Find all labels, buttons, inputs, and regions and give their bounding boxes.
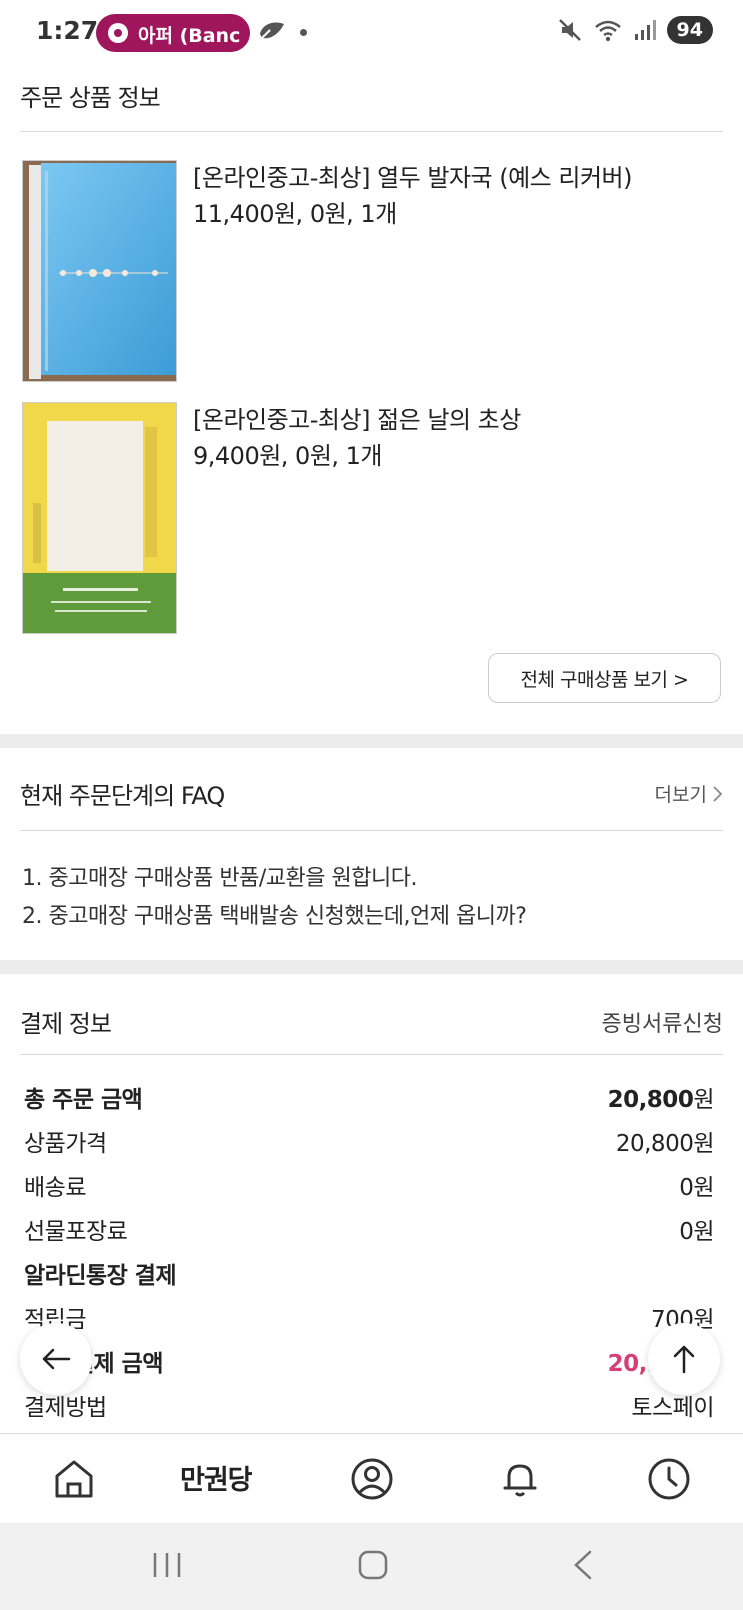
chevron-right-icon <box>713 785 723 802</box>
faq-item-2[interactable]: 2. 중고매장 구매상품 택배발송 신청했는데,언제 옵니까? <box>22 898 527 930</box>
faq-more-link[interactable]: 더보기 <box>655 780 723 807</box>
order-item-text: [온라인중고-최상] 열두 발자국 (예스 리커버) 11,400원, 0원, … <box>193 160 633 232</box>
shipping-label: 배송료 <box>24 1175 86 1201</box>
payment-title: 결제 정보 <box>20 1010 112 1038</box>
gift-wrap-label: 선물포장료 <box>24 1219 128 1245</box>
item-name: [온라인중고-최상] 열두 발자국 (예스 리커버) <box>193 164 633 192</box>
book-cover-image[interactable] <box>22 402 177 634</box>
signal-icon <box>634 20 656 40</box>
gift-wrap-row: 선물포장료 0원 <box>24 1212 714 1246</box>
gift-wrap-value: 0원 <box>679 1219 714 1245</box>
shipping-row: 배송료 0원 <box>24 1168 714 1202</box>
order-items-title: 주문 상품 정보 <box>20 84 161 112</box>
status-right-icons: 94 <box>557 16 713 44</box>
app-activity-pill[interactable]: 아퍼 (Banc <box>96 14 250 52</box>
section-gap <box>0 734 743 748</box>
total-order-amount-row: 총 주문 금액 20,800원 <box>24 1080 714 1114</box>
product-price-row: 상품가격 20,800원 <box>24 1124 715 1158</box>
battery-level: 94 <box>666 16 713 44</box>
section-gap <box>0 960 743 974</box>
product-price-value: 20,800원 <box>615 1131 715 1157</box>
final-amount-row: 최종 결제 금액 20,100원 <box>24 1344 715 1378</box>
tab-notifications[interactable] <box>495 1454 545 1504</box>
recent-apps-icon[interactable] <box>150 1549 184 1581</box>
total-label: 총 주문 금액 <box>24 1087 143 1113</box>
scroll-top-button[interactable] <box>648 1323 720 1395</box>
faq-item-1[interactable]: 1. 중고매장 구매상품 반품/교환을 원합니다. <box>22 860 417 892</box>
receipt-request-link[interactable]: 증빙서류신청 <box>602 1006 723 1038</box>
account-pay-row: 알라딘통장 결제 <box>24 1256 714 1290</box>
divider <box>20 1054 723 1055</box>
tab-brand-mangwondang[interactable]: 만권당 <box>180 1458 253 1497</box>
book-cover-image[interactable] <box>22 160 177 382</box>
tab-home[interactable] <box>49 1454 99 1504</box>
book-cover-art <box>23 161 176 381</box>
home-icon <box>55 1460 93 1498</box>
view-all-items-button[interactable]: 전체 구매상품 보기 > <box>488 653 721 703</box>
notification-dot-icon <box>300 29 307 36</box>
item-price-line: 9,400원, 0원, 1개 <box>193 442 383 470</box>
bell-icon <box>503 1464 537 1497</box>
notification-leaf-icon <box>259 22 284 41</box>
shipping-value: 0원 <box>679 1175 714 1201</box>
points-row: 적립금 700원 <box>24 1300 715 1334</box>
item-price-line: 11,400원, 0원, 1개 <box>193 200 397 228</box>
app-pill-label: 아퍼 (Banc <box>138 25 241 47</box>
divider <box>20 830 723 831</box>
wifi-icon <box>594 20 621 42</box>
bottom-tab-bar: 만권당 <box>0 1433 743 1523</box>
system-navigation-bar <box>0 1523 743 1610</box>
product-price-label: 상품가격 <box>24 1131 107 1157</box>
divider <box>20 131 723 132</box>
back-nav-icon[interactable] <box>570 1549 596 1581</box>
mute-icon <box>558 19 581 41</box>
app-pill-icon <box>108 23 128 43</box>
status-time: 1:27 <box>36 16 99 45</box>
payment-method-row: 결제방법 토스페이 <box>24 1388 714 1422</box>
book-cover-art <box>23 403 176 633</box>
order-item-1[interactable]: [온라인중고-최상] 열두 발자국 (예스 리커버) 11,400원, 0원, … <box>22 160 722 382</box>
total-value: 20,800원 <box>607 1087 715 1113</box>
faq-more-label: 더보기 <box>654 784 707 806</box>
back-button[interactable] <box>20 1323 92 1395</box>
tab-my-page[interactable] <box>347 1454 397 1504</box>
user-icon <box>351 1458 393 1500</box>
item-name: [온라인중고-최상] 젊은 날의 초상 <box>193 406 521 434</box>
status-bar: 1:27 아퍼 (Banc 94 <box>0 0 743 66</box>
home-nav-icon[interactable] <box>357 1549 389 1581</box>
order-item-2[interactable]: [온라인중고-최상] 젊은 날의 초상 9,400원, 0원, 1개 <box>22 402 722 634</box>
arrow-up-icon <box>673 1345 695 1374</box>
faq-title: 현재 주문단계의 FAQ <box>20 782 225 810</box>
arrow-left-icon <box>42 1348 71 1370</box>
clock-icon <box>648 1458 690 1500</box>
account-pay-label: 알라딘통장 결제 <box>24 1263 177 1289</box>
order-item-text: [온라인중고-최상] 젊은 날의 초상 9,400원, 0원, 1개 <box>193 402 521 474</box>
tab-recent[interactable] <box>644 1454 694 1504</box>
